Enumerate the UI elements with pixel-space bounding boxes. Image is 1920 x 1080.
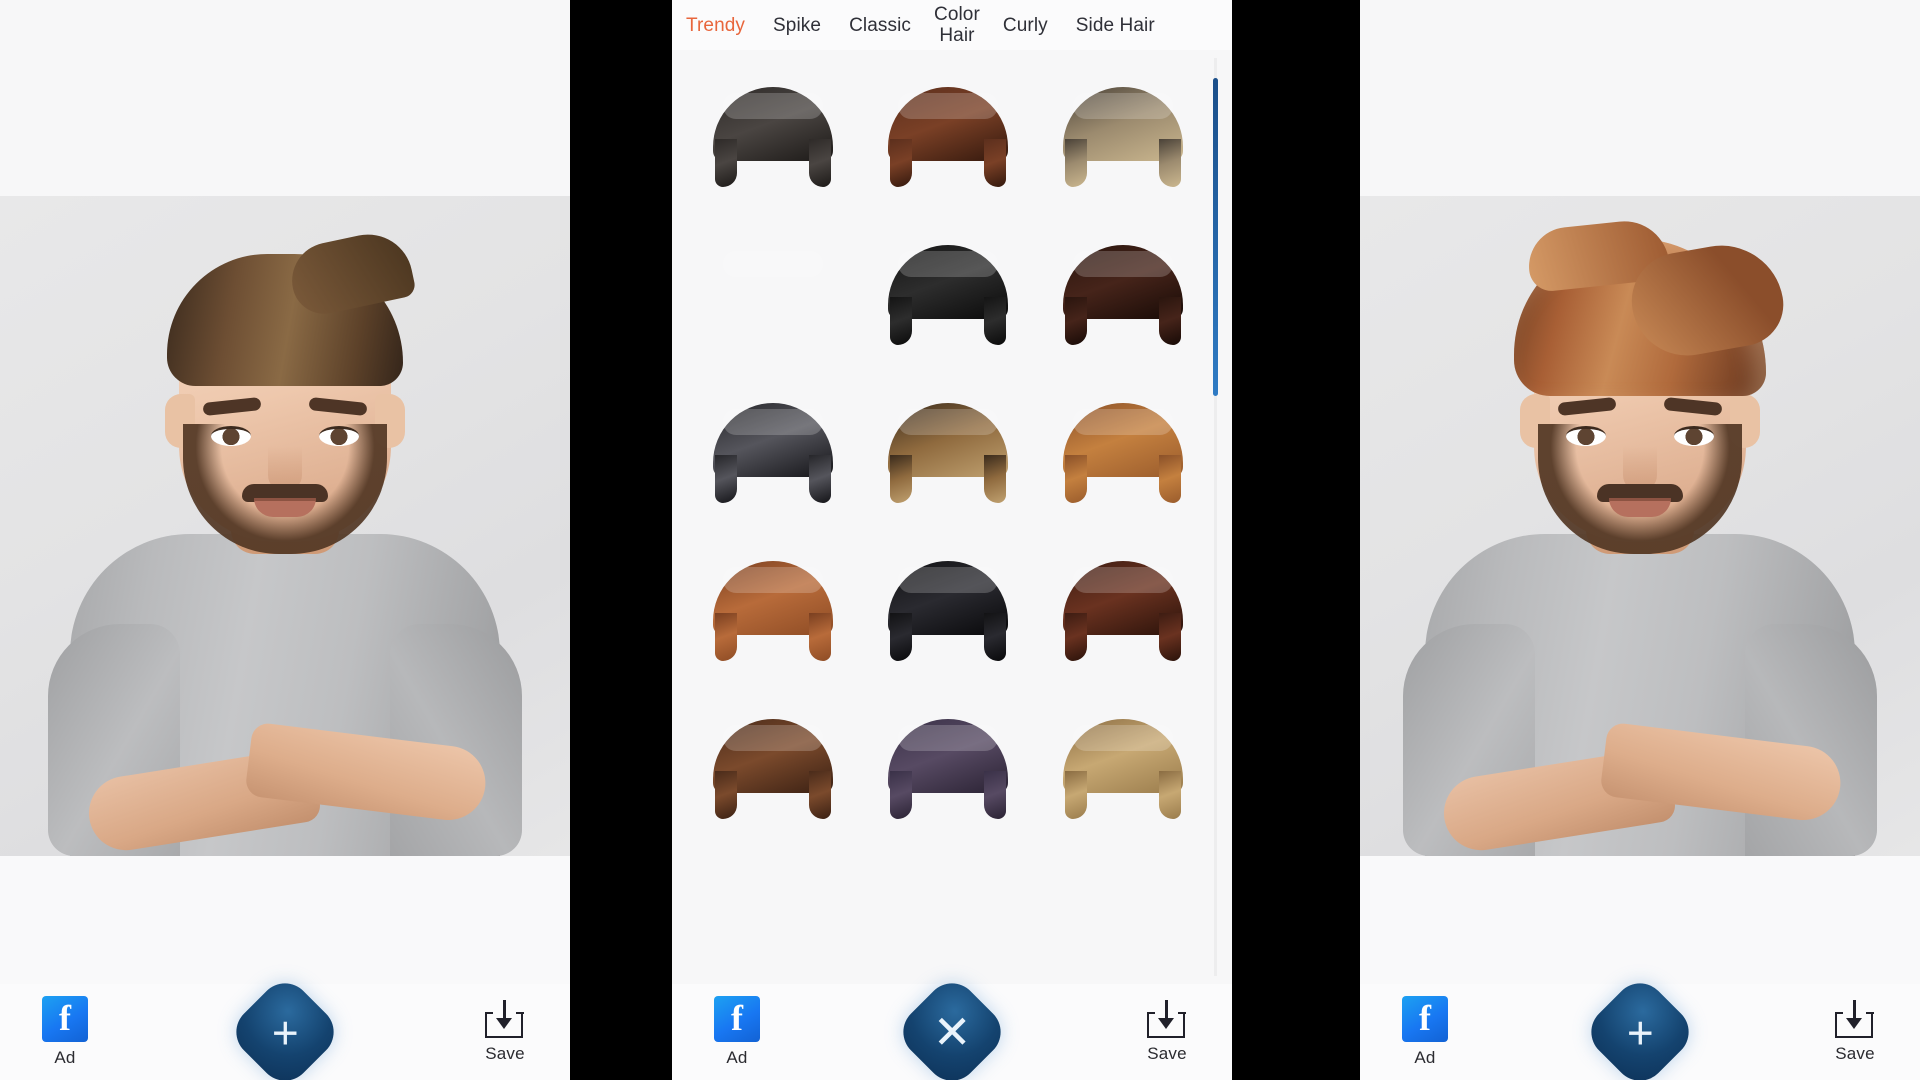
copper-side-sweep-icon xyxy=(713,245,833,341)
caramel-highlight-quiff-icon xyxy=(887,403,1008,503)
letterbox-gap-right xyxy=(1232,0,1360,1080)
middle-bottom-toolbar: f Ad ✕ Save xyxy=(672,972,1232,1080)
fab-glyph: ✕ xyxy=(932,1005,972,1058)
facebook-icon[interactable]: f xyxy=(1402,996,1448,1042)
auburn-wavy-flow-icon xyxy=(713,561,834,661)
black-spiky-textured-icon xyxy=(887,561,1008,661)
left-bottom-toolbar: f Ad + Save xyxy=(0,972,570,1080)
hairstyle-thumb[interactable] xyxy=(861,372,1036,530)
download-icon[interactable] xyxy=(1146,1000,1187,1038)
save-label: Save xyxy=(485,1044,525,1063)
tab-side-hair[interactable]: Side Hair xyxy=(1062,15,1169,36)
hairstyle-thumb[interactable] xyxy=(1035,56,1210,214)
close-icon[interactable]: ✕ xyxy=(892,972,1012,1080)
eye-left xyxy=(1566,426,1606,446)
hairstyle-thumb[interactable] xyxy=(861,530,1036,688)
letterbox-gap-left xyxy=(570,0,672,1080)
espresso-short-crop-icon xyxy=(1062,245,1183,345)
hairstyle-thumb[interactable] xyxy=(686,688,861,846)
hairstyle-thumb[interactable] xyxy=(1035,530,1210,688)
sandy-blonde-side-part-icon xyxy=(1062,719,1183,819)
right-bottom-toolbar: f Ad + Save xyxy=(1360,972,1920,1080)
result-photo-canvas[interactable] xyxy=(1360,196,1920,856)
facebook-icon[interactable]: f xyxy=(714,996,760,1042)
left-preview-panel: f Ad + Save xyxy=(0,0,570,1080)
ginger-curly-volume-icon xyxy=(1062,403,1183,503)
photo-bottom-padding xyxy=(1360,856,1920,996)
fab-glyph: + xyxy=(271,1006,299,1058)
save-label: Save xyxy=(1147,1044,1187,1063)
scrollbar-thumb[interactable] xyxy=(1213,78,1218,396)
violet-black-swept-icon xyxy=(887,719,1008,819)
hairstyle-thumb[interactable] xyxy=(1035,372,1210,530)
eyebrow-left xyxy=(1557,397,1617,416)
save-button-middle[interactable]: Save xyxy=(1102,1000,1232,1064)
screenshot-stage: f Ad + Save Trendy Spike Classic Color Hair C… xyxy=(0,0,1920,1080)
eyebrow-right xyxy=(1663,397,1723,416)
hair-applied xyxy=(1514,238,1766,396)
ad-button-right[interactable]: f Ad xyxy=(1360,996,1490,1068)
download-icon[interactable] xyxy=(484,1000,525,1038)
ash-blonde-tipped-short-icon xyxy=(1062,87,1183,187)
download-icon[interactable] xyxy=(1834,1000,1875,1038)
mahogany-curly-top-icon xyxy=(1062,561,1183,661)
fab-glyph: + xyxy=(1626,1006,1654,1058)
hairstyle-thumb[interactable] xyxy=(1035,688,1210,846)
tab-spike[interactable]: Spike xyxy=(759,15,835,36)
person-photo-original xyxy=(48,196,522,856)
photo-top-padding xyxy=(1360,0,1920,196)
jet-black-slick-back-icon xyxy=(887,245,1008,345)
ad-button-left[interactable]: f Ad xyxy=(0,996,130,1068)
dark-brown-textured-swept-icon xyxy=(887,87,1008,187)
save-button-left[interactable]: Save xyxy=(440,1000,570,1064)
plus-icon[interactable]: + xyxy=(1580,972,1700,1080)
close-picker-fab[interactable]: ✕ xyxy=(802,972,1102,1080)
hairstyle-thumb[interactable] xyxy=(686,530,861,688)
hairstyle-picker-panel: Trendy Spike Classic Color Hair Curly Side Hai… xyxy=(672,0,1232,1080)
hairstyle-thumb[interactable] xyxy=(686,372,861,530)
black-straight-fringe-icon xyxy=(713,87,834,187)
tab-trendy[interactable]: Trendy xyxy=(672,15,759,36)
original-photo-canvas[interactable] xyxy=(0,196,570,856)
hairstyle-thumb[interactable] xyxy=(861,214,1036,372)
right-preview-panel: f Ad + Save xyxy=(1360,0,1920,1080)
eye-right xyxy=(1674,426,1714,446)
eye-right xyxy=(319,426,359,446)
tab-color-hair[interactable]: Color Hair xyxy=(925,4,989,46)
mouth xyxy=(254,498,316,517)
eye-left xyxy=(211,426,251,446)
add-photo-fab-right[interactable]: + xyxy=(1490,972,1790,1080)
plus-icon[interactable]: + xyxy=(225,972,345,1080)
tab-classic[interactable]: Classic xyxy=(835,15,925,36)
save-button-right[interactable]: Save xyxy=(1790,1000,1920,1064)
ad-button-middle[interactable]: f Ad xyxy=(672,996,802,1068)
tab-curly[interactable]: Curly xyxy=(989,15,1062,36)
ad-label: Ad xyxy=(54,1048,76,1067)
hairstyle-grid-scroll-area[interactable] xyxy=(672,50,1232,984)
ad-label: Ad xyxy=(726,1048,748,1067)
eyebrow-right xyxy=(308,397,368,416)
eyebrow-left xyxy=(202,397,262,416)
save-label: Save xyxy=(1835,1044,1875,1063)
chestnut-brushed-up-icon xyxy=(713,719,834,819)
hair-original xyxy=(167,254,403,386)
add-photo-fab-left[interactable]: + xyxy=(130,972,440,1080)
person-photo-result xyxy=(1403,196,1877,856)
hairstyle-thumb[interactable] xyxy=(1035,214,1210,372)
mouth xyxy=(1609,498,1671,517)
facebook-icon[interactable]: f xyxy=(42,996,88,1042)
hairstyle-thumb[interactable] xyxy=(861,56,1036,214)
photo-bottom-padding xyxy=(0,856,570,996)
hairstyle-thumb[interactable] xyxy=(861,688,1036,846)
photo-top-padding xyxy=(0,0,570,196)
ad-label: Ad xyxy=(1414,1048,1436,1067)
category-tab-bar[interactable]: Trendy Spike Classic Color Hair Curly Side Hai… xyxy=(672,0,1232,50)
hairstyle-grid[interactable] xyxy=(672,50,1232,846)
hairstyle-thumb[interactable] xyxy=(686,214,861,372)
charcoal-glossy-pompadour-icon xyxy=(713,403,834,503)
hairstyle-thumb[interactable] xyxy=(686,56,861,214)
